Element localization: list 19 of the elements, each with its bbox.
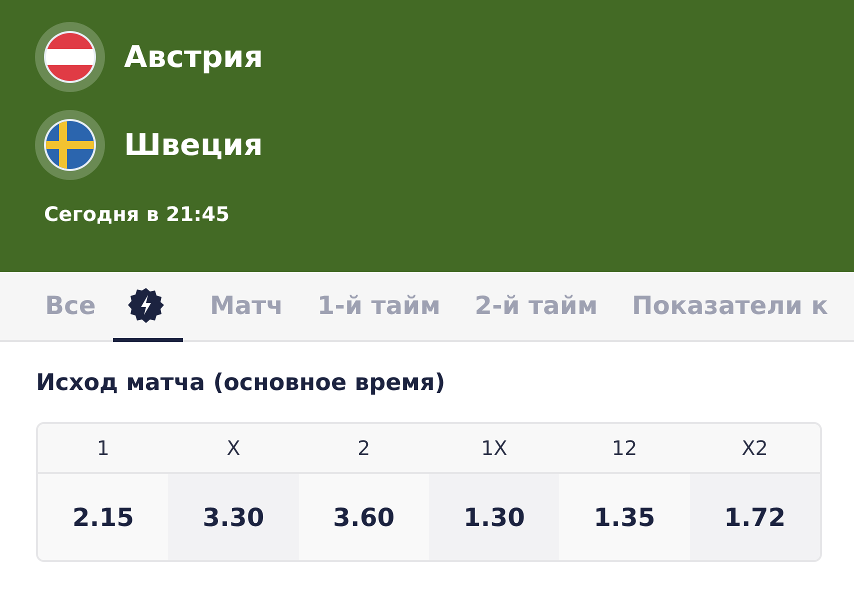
outcome-label: 2 xyxy=(298,424,429,474)
team-name: Швеция xyxy=(124,128,263,162)
outcome-label: X xyxy=(168,424,299,474)
outcome-label: 12 xyxy=(559,424,690,474)
odds-button[interactable]: 2.15 xyxy=(38,474,168,560)
outcome-label: 1X xyxy=(428,424,560,474)
outcome-label: 1 xyxy=(38,424,168,474)
team-name: Австрия xyxy=(124,40,264,74)
lightning-badge-icon xyxy=(128,287,164,323)
flag-icon xyxy=(35,22,105,92)
match-time: Сегодня в 21:45 xyxy=(44,202,230,226)
odds-button[interactable]: 1.30 xyxy=(428,474,560,560)
odds-button[interactable]: 3.60 xyxy=(298,474,429,560)
flag-icon xyxy=(35,110,105,180)
odds-button[interactable]: 1.72 xyxy=(690,474,820,560)
odds-button[interactable]: 1.35 xyxy=(559,474,690,560)
outcome-label: X2 xyxy=(690,424,820,474)
market-title: Исход матча (основное время) xyxy=(36,370,446,396)
odds-button[interactable]: 3.30 xyxy=(168,474,299,560)
